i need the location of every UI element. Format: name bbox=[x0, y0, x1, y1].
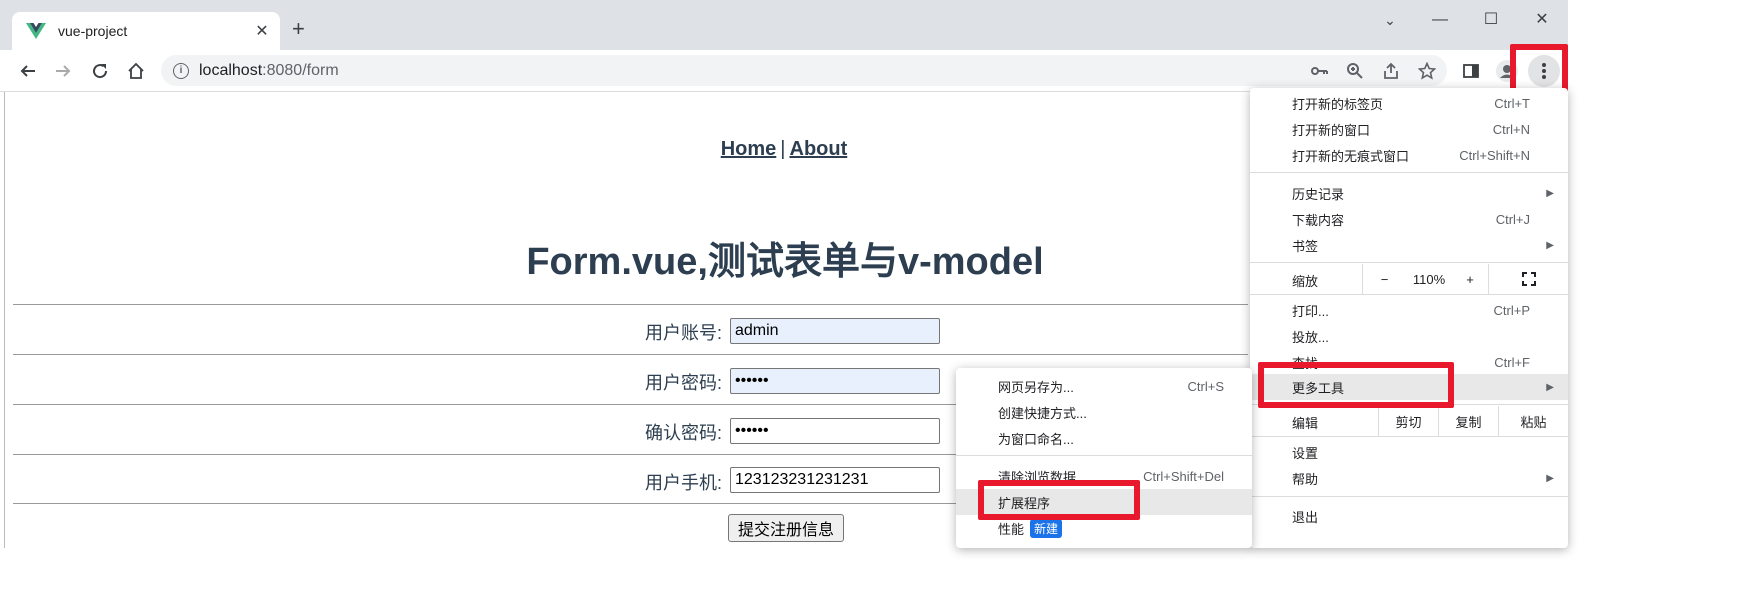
phone-input[interactable]: 123123231231231 bbox=[730, 467, 940, 493]
annotation-box-more-tools bbox=[1258, 362, 1454, 408]
divider bbox=[13, 304, 1248, 305]
fullscreen-button[interactable] bbox=[1488, 264, 1568, 294]
url-host: localhost bbox=[199, 61, 263, 79]
submenu-item-save-page[interactable]: 网页另存为... Ctrl+S bbox=[956, 373, 1252, 399]
password-input[interactable]: •••••• bbox=[730, 368, 940, 394]
menu-item-history[interactable]: 历史记录 ▶ bbox=[1250, 180, 1568, 206]
about-link[interactable]: About bbox=[790, 138, 848, 160]
zoom-icon[interactable] bbox=[1344, 60, 1366, 82]
new-badge: 新建 bbox=[1030, 518, 1063, 538]
nav-separator: | bbox=[780, 138, 786, 160]
zoom-level: 110% bbox=[1412, 271, 1446, 287]
menu-item-new-tab[interactable]: 打开新的标签页 Ctrl+T bbox=[1250, 90, 1568, 116]
reload-icon bbox=[93, 64, 108, 79]
password-key-icon[interactable] bbox=[1308, 60, 1330, 82]
menu-item-new-incognito[interactable]: 打开新的无痕式窗口 Ctrl+Shift+N bbox=[1250, 142, 1568, 168]
back-arrow-icon bbox=[20, 65, 35, 77]
submenu-arrow-icon: ▶ bbox=[1546, 472, 1554, 484]
menu-item-exit[interactable]: 退出 bbox=[1250, 503, 1568, 529]
tab-close-icon[interactable]: ✕ bbox=[254, 21, 270, 41]
forward-button[interactable] bbox=[50, 58, 76, 84]
zoom-label: 缩放 bbox=[1292, 274, 1319, 289]
url-path: :8080/form bbox=[262, 61, 339, 79]
zoom-row: 缩放 − 110% + bbox=[1250, 264, 1568, 294]
paste-button[interactable]: 粘贴 bbox=[1498, 406, 1568, 436]
submenu-arrow-icon: ▶ bbox=[1546, 381, 1554, 393]
menu-item-print[interactable]: 打印... Ctrl+P bbox=[1250, 297, 1568, 323]
bookmark-star-icon[interactable] bbox=[1416, 60, 1438, 82]
home-link[interactable]: Home bbox=[721, 138, 777, 160]
divider bbox=[13, 354, 1248, 355]
menu-item-settings[interactable]: 设置 bbox=[1250, 439, 1568, 465]
home-button[interactable] bbox=[123, 58, 149, 84]
tab-title: vue-project bbox=[58, 23, 128, 39]
zoom-out-button[interactable]: − bbox=[1362, 264, 1406, 294]
password-label: 用户密码: bbox=[644, 373, 722, 393]
reload-button[interactable] bbox=[87, 58, 113, 84]
home-icon bbox=[128, 62, 144, 79]
edit-row: 编辑 剪切 复制 粘贴 bbox=[1250, 406, 1568, 436]
more-tools-submenu: 网页另存为... Ctrl+S 创建快捷方式... 为窗口命名... 清除浏览数据… bbox=[956, 368, 1252, 548]
username-label: 用户账号: bbox=[644, 323, 722, 343]
menu-item-new-window[interactable]: 打开新的窗口 Ctrl+N bbox=[1250, 116, 1568, 142]
menu-item-help[interactable]: 帮助 ▶ bbox=[1250, 465, 1568, 491]
new-tab-button[interactable]: + bbox=[292, 18, 305, 40]
username-input[interactable]: admin bbox=[730, 318, 940, 344]
submenu-arrow-icon: ▶ bbox=[1546, 187, 1554, 199]
fullscreen-icon bbox=[1521, 272, 1536, 286]
share-icon[interactable] bbox=[1380, 60, 1402, 82]
submenu-item-create-shortcut[interactable]: 创建快捷方式... bbox=[956, 399, 1252, 425]
annotation-box-extensions bbox=[978, 480, 1140, 520]
forward-arrow-icon bbox=[56, 65, 71, 77]
maximize-button[interactable]: ☐ bbox=[1481, 10, 1501, 30]
chrome-main-menu: 打开新的标签页 Ctrl+T 打开新的窗口 Ctrl+N 打开新的无痕式窗口 Ctrl… bbox=[1250, 88, 1568, 548]
submit-button[interactable]: 提交注册信息 bbox=[728, 514, 844, 542]
menu-item-bookmarks[interactable]: 书签 ▶ bbox=[1250, 232, 1568, 258]
submenu-item-name-window[interactable]: 为窗口命名... bbox=[956, 425, 1252, 451]
phone-label: 用户手机: bbox=[644, 473, 722, 493]
zoom-in-button[interactable]: + bbox=[1452, 264, 1488, 294]
cut-button[interactable]: 剪切 bbox=[1378, 406, 1438, 436]
tab-search-chevron-icon[interactable]: ⌄ bbox=[1380, 10, 1400, 30]
address-bar[interactable]: i localhost:8080/form bbox=[161, 55, 1447, 86]
vue-logo-icon bbox=[26, 23, 46, 39]
edit-label: 编辑 bbox=[1292, 416, 1319, 431]
browser-tab[interactable]: vue-project ✕ bbox=[12, 12, 280, 50]
menu-item-cast[interactable]: 投放... bbox=[1250, 323, 1568, 349]
confirm-password-input[interactable]: •••••• bbox=[730, 418, 940, 444]
minimize-button[interactable]: — bbox=[1430, 10, 1450, 30]
back-button[interactable] bbox=[15, 58, 41, 84]
confirm-password-label: 确认密码: bbox=[644, 423, 722, 443]
window-close-button[interactable]: ✕ bbox=[1532, 10, 1552, 30]
submenu-arrow-icon: ▶ bbox=[1546, 239, 1554, 251]
side-panel-icon[interactable] bbox=[1460, 60, 1482, 82]
menu-item-downloads[interactable]: 下载内容 Ctrl+J bbox=[1250, 206, 1568, 232]
site-info-icon[interactable]: i bbox=[173, 62, 189, 79]
copy-button[interactable]: 复制 bbox=[1438, 406, 1498, 436]
